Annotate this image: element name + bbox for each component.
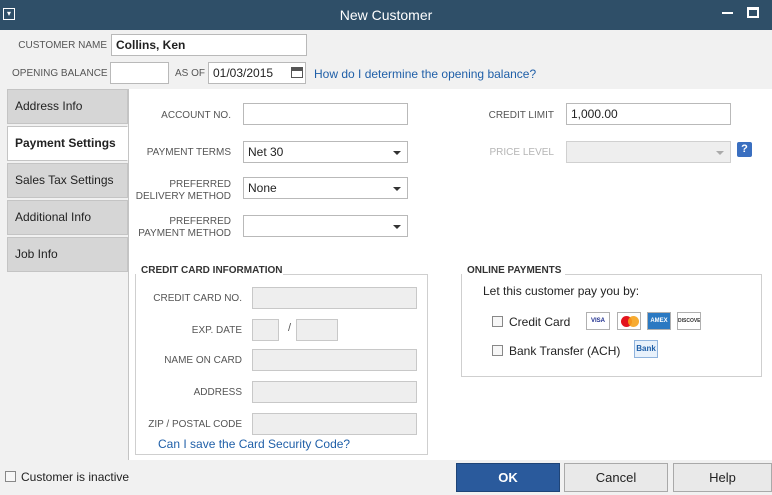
account-no-field[interactable]	[243, 103, 408, 125]
ok-button[interactable]: OK	[456, 463, 560, 492]
exp-month-field[interactable]	[252, 319, 279, 341]
card-security-code-link[interactable]: Can I save the Card Security Code?	[158, 437, 350, 451]
tab-label: Sales Tax Settings	[15, 173, 114, 187]
customer-name-label: CUSTOMER NAME	[18, 40, 107, 51]
help-icon[interactable]: ?	[737, 142, 752, 157]
tab-label: Address Info	[15, 99, 83, 113]
preferred-payment-dropdown[interactable]	[243, 215, 408, 237]
tab-sales-tax-settings[interactable]: Sales Tax Settings	[7, 163, 128, 198]
zip-label: ZIP / POSTAL CODE	[148, 419, 242, 430]
tab-address-info[interactable]: Address Info	[7, 89, 128, 124]
amex-logo-icon: AMEX	[647, 312, 671, 330]
opening-balance-help-link[interactable]: How do I determine the opening balance?	[314, 67, 536, 81]
customer-name-field[interactable]: Collins, Ken	[111, 34, 307, 56]
preferred-delivery-dropdown[interactable]: None	[243, 177, 408, 199]
payment-terms-label: PAYMENT TERMS	[146, 147, 231, 158]
payment-terms-value: Net 30	[248, 145, 284, 159]
maximize-icon[interactable]	[747, 7, 759, 18]
tab-label: Job Info	[15, 247, 58, 261]
payment-terms-dropdown[interactable]: Net 30	[243, 141, 408, 163]
minimize-icon[interactable]	[722, 12, 733, 14]
exp-date-separator: /	[288, 322, 292, 334]
name-on-card-field[interactable]	[252, 349, 417, 371]
price-level-label: PRICE LEVEL	[489, 147, 554, 158]
customer-inactive-label: Customer is inactive	[21, 470, 130, 484]
credit-card-no-label: CREDIT CARD NO.	[153, 293, 242, 304]
zip-field[interactable]	[252, 413, 417, 435]
as-of-date-value: 01/03/2015	[213, 66, 274, 80]
as-of-label: AS OF	[175, 68, 206, 79]
tab-label: Payment Settings	[15, 136, 116, 150]
price-level-dropdown[interactable]	[566, 141, 731, 163]
chevron-down-icon	[716, 151, 724, 155]
preferred-delivery-label-line1: PREFERRED	[169, 179, 231, 190]
cc-address-field[interactable]	[252, 381, 417, 403]
tab-payment-settings[interactable]: Payment Settings	[7, 126, 128, 161]
tab-job-info[interactable]: Job Info	[7, 237, 128, 272]
opening-balance-field[interactable]	[110, 62, 169, 84]
exp-date-label: EXP. DATE	[191, 325, 242, 336]
preferred-payment-label: PREFERRED PAYMENT METHOD	[131, 216, 231, 240]
credit-card-checkbox[interactable]	[492, 316, 503, 327]
preferred-payment-label-line1: PREFERRED	[169, 216, 231, 227]
account-no-label: ACCOUNT NO.	[161, 110, 231, 121]
chevron-down-icon	[393, 225, 401, 229]
chevron-down-icon	[393, 151, 401, 155]
visa-logo-icon: VISA	[586, 312, 610, 330]
cancel-button[interactable]: Cancel	[564, 463, 668, 492]
online-payments-section-divider	[565, 274, 762, 275]
bank-transfer-option-label: Bank Transfer (ACH)	[509, 344, 621, 358]
customer-inactive-checkbox[interactable]	[5, 471, 16, 482]
window-title: New Customer	[339, 7, 433, 23]
discover-logo-icon: DISCOVER	[677, 312, 701, 330]
title-bar: ▾ New Customer	[0, 0, 772, 30]
bank-transfer-checkbox[interactable]	[492, 345, 503, 356]
exp-year-field[interactable]	[296, 319, 338, 341]
credit-limit-field[interactable]: 1,000.00	[566, 103, 731, 125]
online-payments-prompt: Let this customer pay you by:	[483, 284, 640, 298]
preferred-delivery-value: None	[248, 181, 277, 195]
cc-address-label: ADDRESS	[193, 387, 242, 398]
credit-card-option-label: Credit Card	[509, 315, 571, 329]
tab-additional-info[interactable]: Additional Info	[7, 200, 128, 235]
preferred-delivery-label: PREFERRED DELIVERY METHOD	[131, 179, 231, 203]
calendar-icon[interactable]	[291, 67, 303, 78]
tab-label: Additional Info	[15, 210, 92, 224]
chevron-down-icon	[393, 187, 401, 191]
preferred-payment-label-line2: PAYMENT METHOD	[138, 228, 231, 239]
mastercard-logo-icon	[617, 312, 641, 330]
bank-logo-icon: Bank	[634, 340, 658, 358]
credit-limit-label: CREDIT LIMIT	[488, 110, 554, 121]
credit-card-section-divider	[283, 274, 428, 275]
opening-balance-label: OPENING BALANCE	[12, 68, 108, 79]
name-on-card-label: NAME ON CARD	[164, 355, 242, 366]
credit-card-no-field[interactable]	[252, 287, 417, 309]
preferred-delivery-label-line2: DELIVERY METHOD	[135, 191, 231, 202]
help-button[interactable]: Help	[673, 463, 772, 492]
